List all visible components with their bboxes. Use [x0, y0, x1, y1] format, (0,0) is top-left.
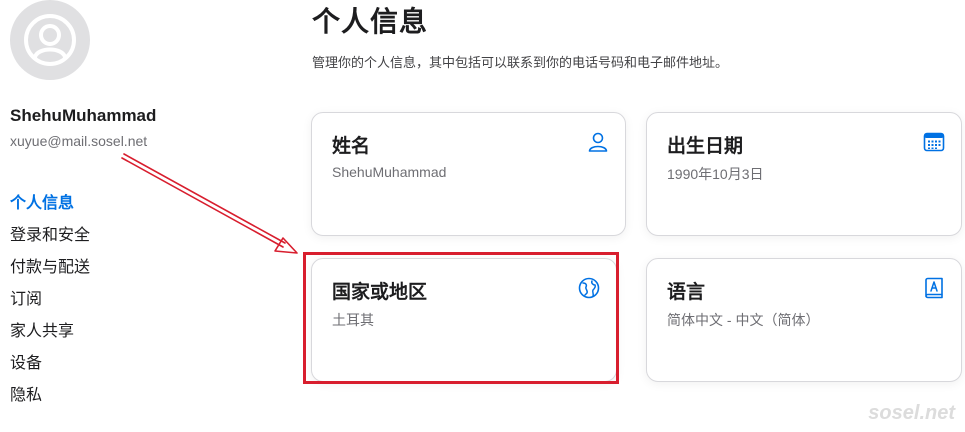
watermark: sosel.net — [868, 402, 955, 424]
language-card-value: 简体中文 - 中文（简体） — [667, 312, 820, 328]
person-circle-icon — [24, 14, 76, 66]
user-name: ShehuMuhammad — [10, 106, 157, 125]
page-title: 个人信息 — [312, 6, 429, 37]
language-card[interactable]: 语言 简体中文 - 中文（简体） — [646, 258, 962, 382]
sidebar-item-payment-shipping[interactable]: 付款与配送 — [10, 256, 90, 288]
birthday-card[interactable]: 出生日期 1990年10月3日 — [646, 112, 962, 236]
avatar[interactable] — [10, 0, 90, 80]
sidebar-item-family-sharing[interactable]: 家人共享 — [10, 320, 90, 352]
name-card[interactable]: 姓名 ShehuMuhammad — [311, 112, 626, 236]
page-description: 管理你的个人信息，其中包括可以联系到你的电话号码和电子邮件地址。 — [312, 55, 729, 70]
person-icon — [588, 132, 608, 152]
sidebar-item-subscriptions[interactable]: 订阅 — [10, 288, 90, 320]
region-card-value: 土耳其 — [332, 312, 374, 328]
name-card-value: ShehuMuhammad — [332, 164, 447, 180]
book-icon — [925, 277, 943, 299]
region-card-title: 国家或地区 — [332, 282, 428, 303]
name-card-title: 姓名 — [332, 136, 371, 157]
sidebar-item-personal-info[interactable]: 个人信息 — [10, 192, 90, 224]
sidebar-item-sign-in-security[interactable]: 登录和安全 — [10, 224, 90, 256]
calendar-icon — [923, 132, 945, 152]
region-card[interactable]: 国家或地区 土耳其 — [311, 258, 617, 382]
birthday-card-value: 1990年10月3日 — [667, 166, 764, 182]
sidebar-nav: 个人信息 登录和安全 付款与配送 订阅 家人共享 设备 隐私 — [10, 192, 90, 416]
globe-icon — [578, 277, 600, 299]
sidebar-item-devices[interactable]: 设备 — [10, 352, 90, 384]
language-card-title: 语言 — [667, 282, 706, 303]
sidebar-item-privacy[interactable]: 隐私 — [10, 384, 90, 416]
user-email: xuyue@mail.sosel.net — [10, 133, 148, 149]
birthday-card-title: 出生日期 — [667, 136, 744, 157]
